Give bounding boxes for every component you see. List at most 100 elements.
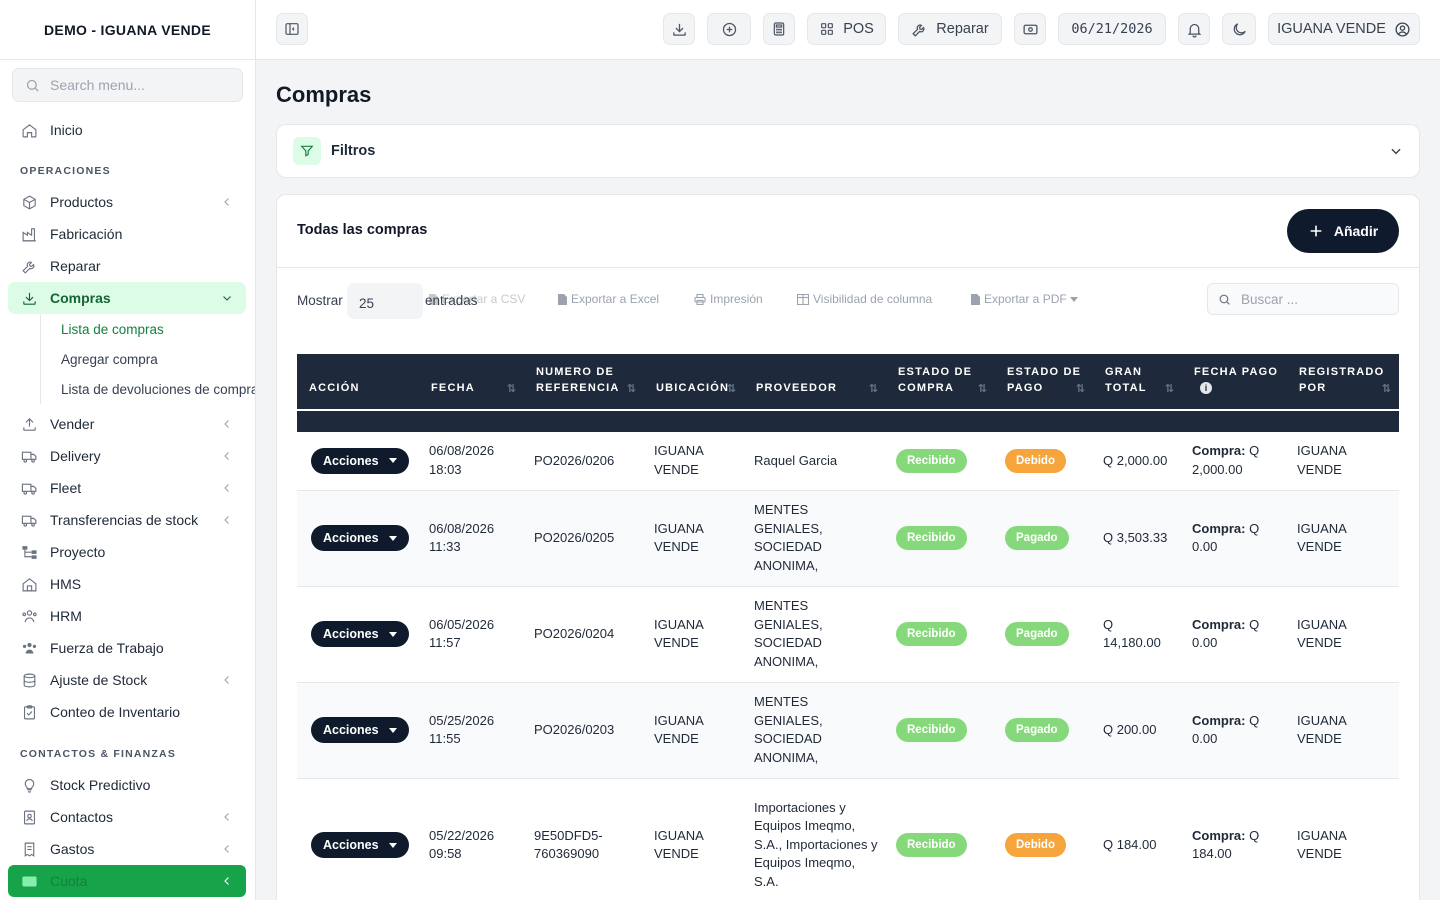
cell-ubicacion: IGUANA VENDE xyxy=(644,490,744,587)
sidebar-item-reparar[interactable]: Reparar xyxy=(0,250,255,282)
col-estado-compra-label: ESTADO DE COMPRA xyxy=(898,366,973,394)
sidebar-item-fuerza-trabajo[interactable]: Fuerza de Trabajo xyxy=(0,632,255,664)
sidebar-item-inicio[interactable]: Inicio xyxy=(0,114,255,146)
cell-ubicacion: IGUANA VENDE xyxy=(644,586,744,683)
sidebar-item-productos[interactable]: Productos xyxy=(0,186,255,218)
sidebar-item-transferencias[interactable]: Transferencias de stock xyxy=(0,504,255,536)
print-button[interactable]: Impresión xyxy=(694,292,763,306)
sidebar-item-label: Delivery xyxy=(50,448,101,464)
table-row[interactable]: Acciones 06/05/2026 11:57 PO2026/0204 IGUAN… xyxy=(297,586,1399,683)
submenu-lista-compras[interactable]: Lista de compras xyxy=(41,314,255,344)
col-registrado[interactable]: REGISTRADO POR ⇅ xyxy=(1287,354,1399,410)
table-row[interactable]: Acciones 05/25/2026 11:55 PO2026/0203 IGUAN… xyxy=(297,682,1399,779)
filters-panel[interactable]: Filtros xyxy=(276,124,1420,178)
cell-fecha-pago: Compra: Q 0.00 xyxy=(1182,490,1287,587)
payment-status-badge[interactable]: Debido xyxy=(1005,448,1066,473)
cell-referencia: PO2026/0203 xyxy=(524,682,644,779)
cell-accion: Acciones xyxy=(297,778,419,900)
sidebar-item-label: Reparar xyxy=(50,258,101,274)
cell-proveedor: MENTES GENIALES, SOCIEDAD ANONIMA, xyxy=(744,682,886,779)
acciones-dropdown-button[interactable]: Acciones xyxy=(311,621,409,647)
cell-gran-total: Q 200.00 xyxy=(1093,682,1182,779)
sidebar-item-vender[interactable]: Vender xyxy=(0,408,255,440)
sidebar-item-fleet[interactable]: Fleet xyxy=(0,472,255,504)
add-purchase-button[interactable]: Añadir xyxy=(1287,209,1399,253)
cash-register-button[interactable] xyxy=(1014,13,1046,45)
user-menu-button[interactable]: IGUANA VENDE xyxy=(1268,13,1420,45)
export-pdf-button[interactable]: Exportar a PDF xyxy=(971,292,1082,306)
submenu-devoluciones[interactable]: Lista de devoluciones de compra xyxy=(41,374,255,404)
sidebar-item-gastos[interactable]: Gastos xyxy=(0,833,255,865)
payment-status-badge[interactable]: Pagado xyxy=(1005,526,1069,550)
date-display[interactable]: 06/21/2026 xyxy=(1058,13,1166,45)
table-search-input[interactable]: Buscar ... xyxy=(1207,283,1399,315)
add-circle-button[interactable] xyxy=(707,13,751,45)
acciones-dropdown-button[interactable]: Acciones xyxy=(311,832,409,858)
calculator-button[interactable] xyxy=(763,13,795,45)
bell-icon xyxy=(1187,23,1201,38)
address-book-icon xyxy=(20,808,38,826)
sidebar-item-label: Fleet xyxy=(50,480,82,496)
purchases-card: Todas las compras Añadir Mostrar 25 Expo… xyxy=(276,194,1420,900)
col-fecha[interactable]: FECHA ⇅ xyxy=(419,354,524,410)
cell-estado-compra: Recibido xyxy=(886,586,995,683)
wrench-icon xyxy=(20,257,38,275)
dark-mode-button[interactable] xyxy=(1222,13,1256,45)
filters-label: Filtros xyxy=(331,143,376,159)
status-badge: Recibido xyxy=(896,526,967,550)
col-estado-compra[interactable]: ESTADO DE COMPRA ⇅ xyxy=(886,354,995,410)
sidebar-item-contactos[interactable]: Contactos xyxy=(0,801,255,833)
menu-search-input[interactable]: Search menu... xyxy=(12,68,243,102)
col-ubicacion[interactable]: UBICACIÓN ⇅ xyxy=(644,354,744,410)
info-icon[interactable]: i xyxy=(1200,382,1212,394)
acciones-dropdown-button[interactable]: Acciones xyxy=(311,717,409,743)
sidebar-item-proyecto[interactable]: Proyecto xyxy=(0,536,255,568)
col-estado-pago[interactable]: ESTADO DE PAGO ⇅ xyxy=(995,354,1093,410)
sidebar-item-compras[interactable]: Compras xyxy=(8,282,246,314)
pos-button[interactable]: POS xyxy=(807,13,886,45)
sidebar-item-delivery[interactable]: Delivery xyxy=(0,440,255,472)
add-label: Añadir xyxy=(1333,223,1379,239)
notifications-button[interactable] xyxy=(1178,13,1210,45)
col-estado-pago-label: ESTADO DE PAGO xyxy=(1007,366,1082,394)
table-row[interactable]: Acciones 06/08/2026 18:03 PO2026/0206 IGUAN… xyxy=(297,432,1399,491)
cell-fecha-pago: Compra: Q 2,000.00 xyxy=(1182,432,1287,491)
payment-status-badge[interactable]: Pagado xyxy=(1005,718,1069,742)
sidebar-item-hrm[interactable]: HRM xyxy=(0,600,255,632)
column-visibility-button[interactable]: Visibilidad de columna xyxy=(797,292,932,306)
cell-referencia: PO2026/0204 xyxy=(524,586,644,683)
sidebar-item-ajuste-stock[interactable]: Ajuste de Stock xyxy=(0,664,255,696)
sidebar-item-stock-predictivo[interactable]: Stock Predictivo xyxy=(0,769,255,801)
export-excel-button[interactable]: Exportar a Excel xyxy=(558,292,659,306)
sidebar-item-label: HRM xyxy=(50,608,82,624)
page-length-select[interactable]: 25 xyxy=(347,283,423,319)
chevron-down-icon[interactable] xyxy=(1389,144,1403,163)
toggle-sidebar-button[interactable] xyxy=(276,13,308,45)
cell-accion: Acciones xyxy=(297,682,419,779)
brand-title: DEMO - IGUANA VENDE xyxy=(0,0,255,60)
col-proveedor[interactable]: PROVEEDOR ⇅ xyxy=(744,354,886,410)
database-icon xyxy=(20,671,38,689)
sidebar-item-cuota[interactable]: Cuota xyxy=(8,865,246,897)
cell-estado-pago: Pagado xyxy=(995,490,1093,587)
table-row[interactable]: Acciones 05/22/2026 09:58 9E50DFD5-7603690… xyxy=(297,778,1399,900)
col-gran-total[interactable]: GRAN TOTAL ⇅ xyxy=(1093,354,1182,410)
submenu-agregar-compra[interactable]: Agregar compra xyxy=(41,344,255,374)
show-label: Mostrar xyxy=(297,293,343,308)
sidebar-item-conteo-inventario[interactable]: Conteo de Inventario xyxy=(0,696,255,728)
repair-button[interactable]: Reparar xyxy=(898,13,1002,45)
cell-estado-pago: Pagado xyxy=(995,586,1093,683)
download-button[interactable] xyxy=(663,13,695,45)
sidebar-toggle-icon xyxy=(285,23,299,35)
payment-status-badge[interactable]: Debido xyxy=(1005,833,1066,857)
acciones-dropdown-button[interactable]: Acciones xyxy=(311,447,409,474)
col-referencia[interactable]: NUMERO DE REFERENCIA ⇅ xyxy=(524,354,644,410)
chevron-left-icon xyxy=(221,810,233,826)
sidebar-item-fabricacion[interactable]: Fabricación xyxy=(0,218,255,250)
sidebar-item-label: Ajuste de Stock xyxy=(50,672,148,688)
table-row[interactable]: Acciones 06/08/2026 11:33 PO2026/0205 IGUAN… xyxy=(297,490,1399,587)
cell-referencia: 9E50DFD5-760369090 xyxy=(524,778,644,900)
acciones-dropdown-button[interactable]: Acciones xyxy=(311,525,409,551)
sidebar-item-hms[interactable]: HMS xyxy=(0,568,255,600)
payment-status-badge[interactable]: Pagado xyxy=(1005,622,1069,646)
